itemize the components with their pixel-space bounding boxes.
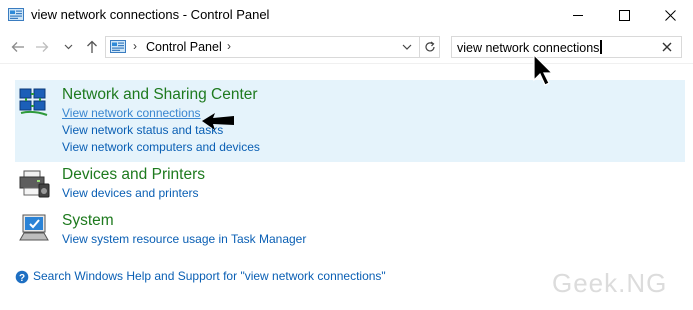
breadcrumb-separator[interactable]: › bbox=[227, 39, 231, 53]
up-arrow-icon bbox=[87, 40, 97, 53]
close-button[interactable] bbox=[647, 0, 693, 30]
network-sharing-icon bbox=[19, 88, 48, 116]
minimize-button[interactable] bbox=[555, 0, 601, 30]
recent-locations-button[interactable] bbox=[62, 38, 74, 56]
breadcrumb-control-panel[interactable]: Control Panel bbox=[146, 40, 222, 54]
close-icon bbox=[664, 9, 676, 21]
up-button[interactable] bbox=[83, 38, 101, 56]
refresh-icon bbox=[424, 41, 435, 52]
text-caret bbox=[600, 40, 603, 54]
back-arrow-icon bbox=[11, 42, 24, 52]
breadcrumb-separator[interactable]: › bbox=[133, 39, 137, 53]
close-icon[interactable] bbox=[661, 41, 673, 53]
window-title: view network connections - Control Panel bbox=[31, 7, 270, 22]
refresh-button[interactable] bbox=[419, 37, 439, 57]
chevron-down-icon[interactable] bbox=[400, 40, 414, 54]
link-view-system-resource-usage[interactable]: View system resource usage in Task Manag… bbox=[62, 232, 306, 246]
result-title[interactable]: Devices and Printers bbox=[62, 166, 205, 184]
watermark: Geek.NG bbox=[552, 268, 668, 298]
forward-button[interactable] bbox=[33, 38, 51, 56]
title-bar: view network connections - Control Panel bbox=[0, 0, 693, 30]
link-view-network-status[interactable]: View network status and tasks bbox=[62, 123, 223, 137]
navigation-bar: › Control Panel › view network connectio… bbox=[0, 30, 693, 64]
forward-arrow-icon bbox=[36, 42, 49, 52]
control-panel-icon bbox=[8, 8, 24, 21]
link-view-network-connections[interactable]: View network connections bbox=[62, 106, 201, 120]
address-bar[interactable]: › Control Panel › bbox=[105, 36, 440, 58]
search-input[interactable]: view network connections bbox=[451, 36, 682, 58]
search-query[interactable]: view network connections bbox=[457, 40, 603, 55]
result-title[interactable]: System bbox=[62, 212, 114, 230]
control-panel-icon bbox=[110, 40, 126, 53]
maximize-button[interactable] bbox=[601, 0, 647, 30]
back-button[interactable] bbox=[9, 38, 27, 56]
link-view-network-computers[interactable]: View network computers and devices bbox=[62, 140, 260, 154]
arrow-annotation-icon bbox=[202, 113, 234, 130]
mouse-pointer-icon bbox=[533, 54, 554, 86]
maximize-icon bbox=[618, 9, 630, 21]
link-view-devices-and-printers[interactable]: View devices and printers bbox=[62, 186, 199, 200]
chevron-down-icon bbox=[64, 44, 72, 50]
result-title[interactable]: Network and Sharing Center bbox=[62, 86, 258, 104]
help-icon: ? bbox=[15, 270, 29, 284]
minimize-icon bbox=[572, 14, 583, 16]
system-icon bbox=[19, 214, 49, 241]
svg-text:?: ? bbox=[19, 273, 25, 284]
devices-printers-icon bbox=[19, 170, 50, 198]
help-search-link[interactable]: Search Windows Help and Support for "vie… bbox=[33, 269, 386, 283]
